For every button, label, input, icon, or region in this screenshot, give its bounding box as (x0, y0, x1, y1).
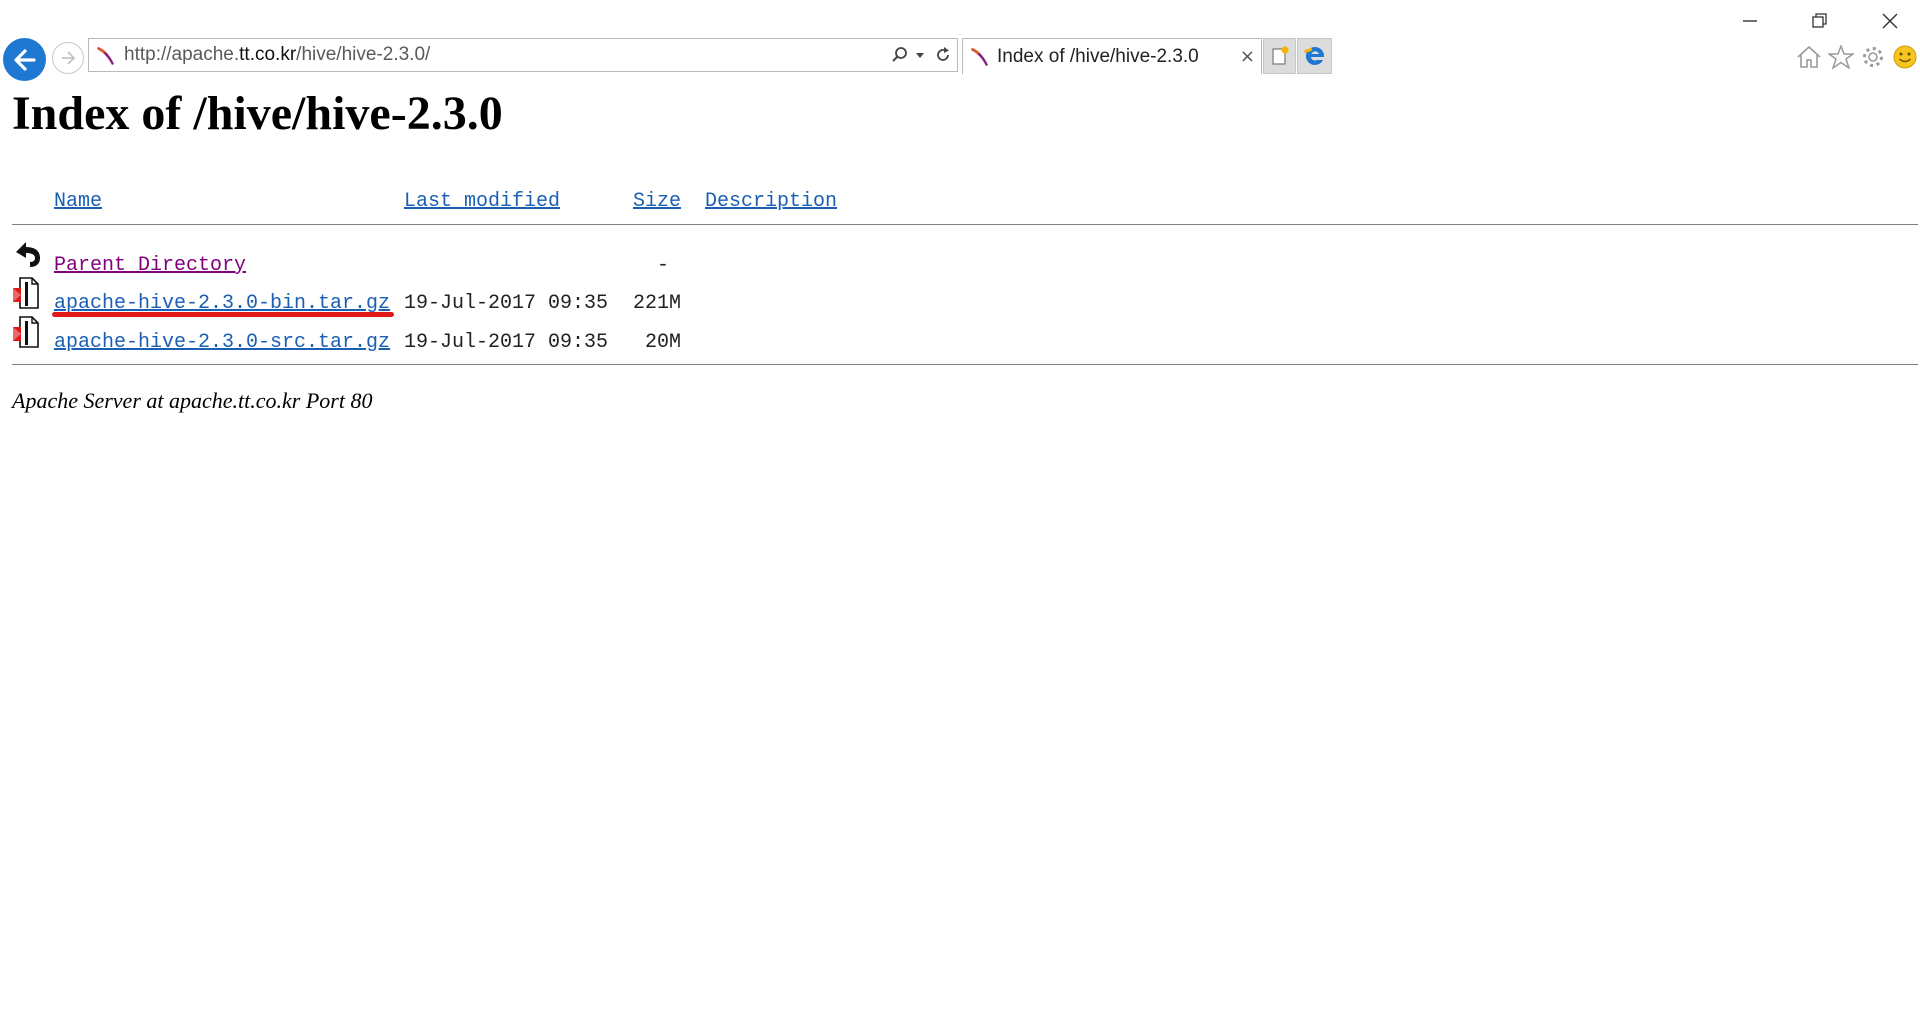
open-edge-button[interactable] (1297, 38, 1332, 74)
parent-directory-link[interactable]: Parent Directory (54, 254, 246, 277)
row-size: - (657, 254, 670, 277)
minimize-icon (1743, 20, 1757, 22)
search-icon (892, 47, 907, 62)
server-signature: Apache Server at apache.tt.co.kr Port 80 (12, 388, 373, 413)
star-icon (1828, 45, 1854, 69)
restore-button[interactable] (1790, 2, 1850, 40)
feedback-button[interactable] (1890, 42, 1920, 72)
footer-divider (12, 364, 1918, 365)
forward-arrow-icon (62, 51, 76, 65)
favorites-button[interactable] (1826, 42, 1856, 72)
browser-tab[interactable]: Index of /hive/hive-2.3.0 × (962, 38, 1262, 74)
sort-by-size-link[interactable]: Size (633, 190, 681, 213)
url-path: /hive/hive-2.3.0/ (296, 44, 431, 65)
forward-button[interactable] (52, 42, 84, 74)
gear-icon (1863, 47, 1883, 67)
restore-icon (1812, 13, 1827, 28)
apache-feather-icon (97, 47, 114, 65)
address-url[interactable]: http://apache.tt.co.kr/hive/hive-2.3.0/ (124, 39, 430, 71)
back-button[interactable] (3, 38, 46, 81)
search-button[interactable] (889, 39, 911, 71)
sort-by-description-link[interactable]: Description (705, 190, 837, 213)
page-title: Index of /hive/hive-2.3.0 (12, 87, 503, 140)
archive-file-icon (13, 277, 39, 309)
refresh-icon (937, 47, 949, 61)
home-button[interactable] (1794, 42, 1824, 72)
chevron-down-icon (916, 53, 924, 58)
url-host: tt.co.kr (239, 44, 297, 65)
back-arrow-icon (13, 48, 36, 71)
archive-file-icon (13, 316, 39, 348)
minimize-button[interactable] (1720, 2, 1780, 40)
browser-chrome: http://apache.tt.co.kr/hive/hive-2.3.0/ … (0, 0, 1920, 81)
home-icon (1797, 45, 1821, 68)
address-bar[interactable]: http://apache.tt.co.kr/hive/hive-2.3.0/ (88, 38, 958, 72)
new-tab-button[interactable] (1263, 38, 1296, 74)
tab-close-button[interactable]: × (1240, 39, 1255, 75)
close-window-button[interactable] (1860, 2, 1920, 40)
tab-title: Index of /hive/hive-2.3.0 (997, 46, 1199, 67)
close-icon (1882, 13, 1898, 29)
back-arrow-icon (16, 242, 40, 267)
settings-button[interactable] (1858, 42, 1888, 72)
row-size: 20M (645, 331, 682, 354)
sort-by-name-link[interactable]: Name (54, 190, 102, 213)
row-modified: 19-Jul-2017 09:35 (404, 292, 609, 315)
smiley-icon (1893, 45, 1917, 69)
url-prefix: http://apache. (124, 44, 240, 65)
new-tab-icon (1271, 46, 1288, 65)
edge-logo-icon (1303, 46, 1324, 65)
search-dropdown[interactable] (911, 39, 929, 71)
apache-feather-icon (971, 48, 988, 66)
red-highlight-underline (52, 312, 394, 317)
row-modified: 19-Jul-2017 09:35 (404, 331, 609, 354)
sort-by-last-modified-link[interactable]: Last modified (404, 190, 560, 213)
row-size: 221M (633, 292, 682, 315)
header-divider (12, 224, 1918, 225)
file-link-src[interactable]: apache-hive-2.3.0-src.tar.gz (54, 331, 390, 354)
refresh-button[interactable] (929, 39, 957, 71)
